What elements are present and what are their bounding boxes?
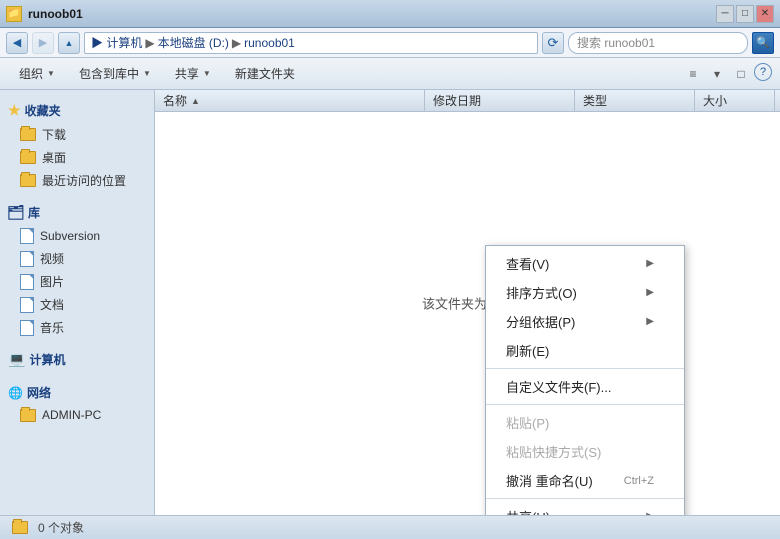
- ctx-item-undo[interactable]: 撤消 重命名(U) Ctrl+Z: [486, 466, 684, 495]
- network-icon: 🌐: [8, 386, 23, 400]
- list-view-button[interactable]: ≡: [682, 63, 704, 85]
- ctx-item-refresh[interactable]: 刷新(E): [486, 336, 684, 365]
- path-disk[interactable]: 本地磁盘 (D:): [158, 34, 229, 51]
- window-icon: 📁: [6, 6, 22, 22]
- doc-icon: [20, 297, 34, 313]
- col-header-date[interactable]: 修改日期: [425, 90, 575, 111]
- address-bar: ◀ ▶ ▲ ▶ 计算机 ▶ 本地磁盘 (D:) ▶ runoob01 ⟳ 搜索 …: [0, 28, 780, 58]
- sidebar-item-recent[interactable]: 最近访问的位置: [0, 169, 154, 192]
- column-headers: 名称 ▲ 修改日期 类型 大小: [155, 90, 780, 112]
- ctx-arrow-sort: ▶: [646, 287, 654, 298]
- minimize-button[interactable]: ─: [716, 5, 734, 23]
- ctx-item-paste: 粘贴(P): [486, 408, 684, 437]
- organize-button[interactable]: 组织 ▼: [8, 61, 66, 87]
- ctx-shortcut-undo: Ctrl+Z: [624, 475, 654, 487]
- col-header-name[interactable]: 名称 ▲: [155, 90, 425, 111]
- ctx-item-share[interactable]: 共享(H) ▶: [486, 502, 684, 515]
- title-bar-left: 📁 runoob01: [6, 6, 83, 22]
- sidebar-item-documents[interactable]: 文档: [0, 293, 154, 316]
- folder-icon: [20, 128, 36, 141]
- sidebar-item-video[interactable]: 视频: [0, 247, 154, 270]
- computer-header: 💻 计算机: [0, 347, 154, 372]
- sidebar-item-download[interactable]: 下载: [0, 123, 154, 146]
- ctx-arrow-group: ▶: [646, 316, 654, 327]
- col-header-type[interactable]: 类型: [575, 90, 695, 111]
- title-controls: ─ □ ✕: [716, 5, 774, 23]
- computer-section: 💻 计算机: [0, 347, 154, 372]
- file-area: 名称 ▲ 修改日期 类型 大小 该文件夹为空。 查看(V) ▶: [155, 90, 780, 515]
- path-computer[interactable]: ▶ 计算机: [91, 34, 142, 51]
- star-icon: ★: [8, 102, 21, 119]
- status-text: 0 个对象: [38, 519, 84, 536]
- context-menu: 查看(V) ▶ 排序方式(O) ▶ 分组依据(P) ▶ 刷: [485, 245, 685, 515]
- up-button[interactable]: ▲: [58, 32, 80, 54]
- include-library-button[interactable]: 包含到库中 ▼: [68, 61, 162, 87]
- view-buttons: ≡ ▾ □ ?: [682, 63, 772, 85]
- status-folder-icon: [12, 521, 28, 534]
- sidebar-item-desktop[interactable]: 桌面: [0, 146, 154, 169]
- ctx-item-customize[interactable]: 自定义文件夹(F)...: [486, 372, 684, 401]
- ctx-item-view[interactable]: 查看(V) ▶: [486, 249, 684, 278]
- main-content: ★ 收藏夹 下载 桌面 最近访问的位置 🗂 库: [0, 90, 780, 515]
- computer-icon: 💻: [8, 351, 25, 368]
- ctx-separator-2: [486, 404, 684, 405]
- maximize-button[interactable]: □: [736, 5, 754, 23]
- panel-view-button[interactable]: □: [730, 63, 752, 85]
- library-header: 🗂 库: [0, 200, 154, 225]
- search-button[interactable]: 🔍: [752, 32, 774, 54]
- network-section: 🌐 网络 ADMIN-PC: [0, 380, 154, 425]
- address-path[interactable]: ▶ 计算机 ▶ 本地磁盘 (D:) ▶ runoob01: [84, 32, 538, 54]
- ctx-arrow-share: ▶: [646, 511, 654, 515]
- favorites-section: ★ 收藏夹 下载 桌面 最近访问的位置: [0, 98, 154, 192]
- ctx-item-sort[interactable]: 排序方式(O) ▶: [486, 278, 684, 307]
- network-header: 🌐 网络: [0, 380, 154, 405]
- search-placeholder: 搜索 runoob01: [577, 34, 655, 51]
- share-button[interactable]: 共享 ▼: [164, 61, 222, 87]
- back-button[interactable]: ◀: [6, 32, 28, 54]
- ctx-separator-3: [486, 498, 684, 499]
- include-arrow: ▼: [143, 69, 151, 78]
- close-button[interactable]: ✕: [756, 5, 774, 23]
- favorites-header: ★ 收藏夹: [0, 98, 154, 123]
- organize-arrow: ▼: [47, 69, 55, 78]
- window-title: runoob01: [28, 7, 83, 21]
- doc-icon: [20, 320, 34, 336]
- col-header-size[interactable]: 大小: [695, 90, 775, 111]
- sidebar-item-subversion[interactable]: Subversion: [0, 225, 154, 247]
- sidebar-item-admin-pc[interactable]: ADMIN-PC: [0, 405, 154, 425]
- share-arrow: ▼: [203, 69, 211, 78]
- doc-icon: [20, 274, 34, 290]
- forward-button[interactable]: ▶: [32, 32, 54, 54]
- status-bar: 0 个对象: [0, 515, 780, 539]
- library-section: 🗂 库 Subversion 视频 图片 文档 音乐: [0, 200, 154, 339]
- sidebar: ★ 收藏夹 下载 桌面 最近访问的位置 🗂 库: [0, 90, 155, 515]
- dropdown-view-button[interactable]: ▾: [706, 63, 728, 85]
- toolbar: 组织 ▼ 包含到库中 ▼ 共享 ▼ 新建文件夹 ≡ ▾ □ ?: [0, 58, 780, 90]
- refresh-button[interactable]: ⟳: [542, 32, 564, 54]
- ctx-item-paste-shortcut: 粘贴快捷方式(S): [486, 437, 684, 466]
- search-box[interactable]: 搜索 runoob01: [568, 32, 748, 54]
- ctx-separator-1: [486, 368, 684, 369]
- title-bar: 📁 runoob01 ─ □ ✕: [0, 0, 780, 28]
- ctx-item-group[interactable]: 分组依据(P) ▶: [486, 307, 684, 336]
- path-folder[interactable]: runoob01: [244, 36, 295, 50]
- sidebar-item-music[interactable]: 音乐: [0, 316, 154, 339]
- doc-icon: [20, 228, 34, 244]
- ctx-arrow-view: ▶: [646, 258, 654, 269]
- sidebar-item-pictures[interactable]: 图片: [0, 270, 154, 293]
- library-icon: 🗂: [8, 205, 24, 221]
- help-button[interactable]: ?: [754, 63, 772, 81]
- new-folder-button[interactable]: 新建文件夹: [224, 61, 306, 87]
- folder-icon: [20, 151, 36, 164]
- doc-icon: [20, 251, 34, 267]
- folder-icon: [20, 174, 36, 187]
- folder-icon: [20, 409, 36, 422]
